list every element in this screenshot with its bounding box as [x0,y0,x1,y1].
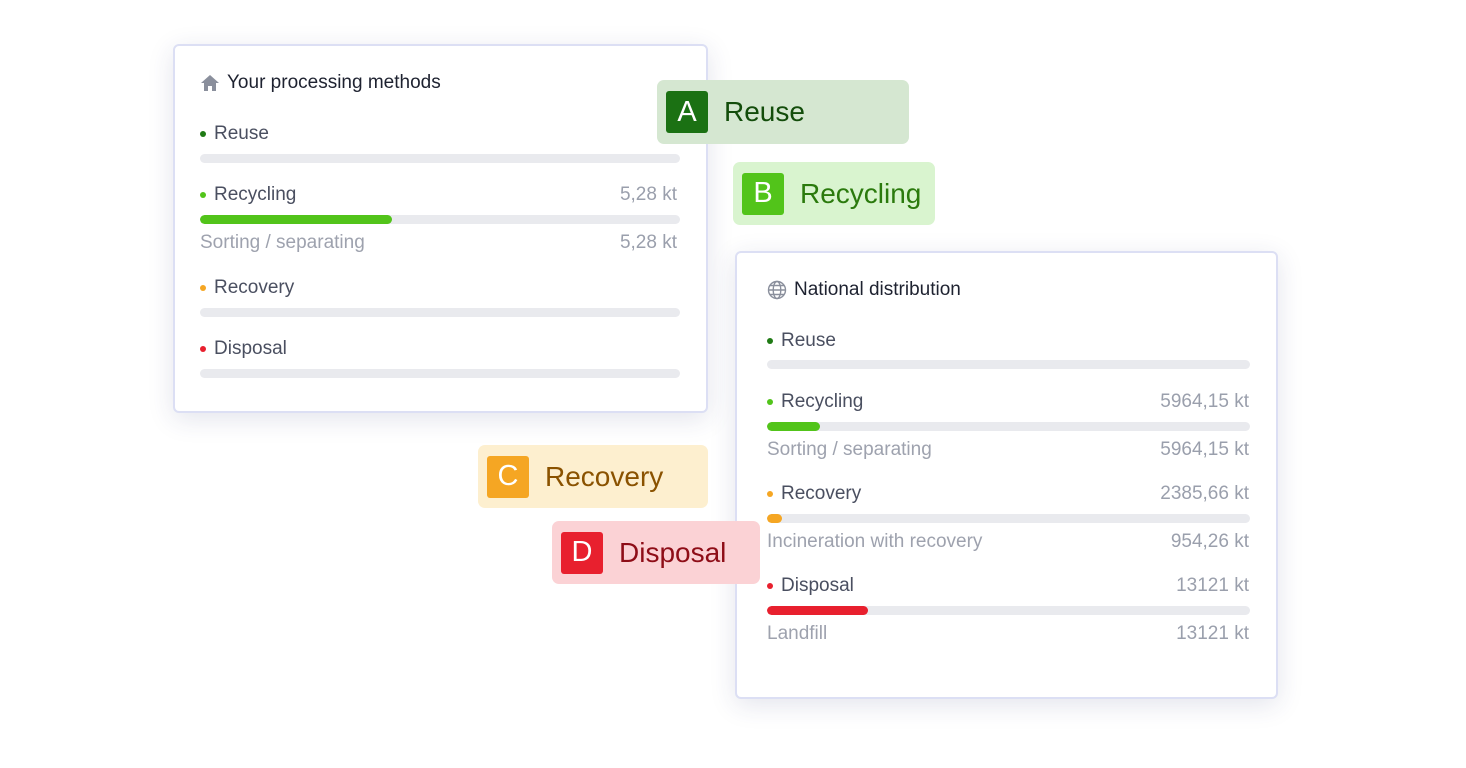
tag-letter-b: B [742,172,784,215]
recycling-sub-value: 5964,15 kt [1160,439,1249,460]
method-label-disposal: Disposal [200,338,287,360]
recovery-sub-label: Incineration with recovery [767,531,983,552]
recycling-dot [767,399,773,405]
globe-icon [767,280,787,300]
tag-word-recovery: Recovery [545,460,664,492]
recycling-progress-bar [767,422,1250,431]
tag-disposal: D Disposal [552,521,760,584]
disposal-dot [767,583,773,589]
recycling-value: 5,28 kt [619,184,677,205]
method-label-recovery: Recovery [200,277,294,299]
distribution-label-recycling: Recycling [767,391,863,413]
reuse-progress-bar [767,360,1250,369]
tag-recycling: B Recycling [733,162,935,225]
method-label-text: Recovery [214,277,295,298]
tag-reuse: A Reuse [657,80,909,144]
recovery-progress-bar [767,514,1250,523]
distribution-label-text: Reuse [781,330,836,351]
disposal-sub-label: Landfill [767,623,828,644]
recycling-value: 5964,15 kt [1160,391,1249,412]
method-label-text: Disposal [214,338,287,359]
method-label-reuse: Reuse [200,123,269,145]
card-title-text: Your processing methods [227,72,441,93]
method-label-text: Reuse [214,123,269,144]
reuse-progress-bar [200,154,680,163]
tag-letter-a: A [666,91,708,133]
national-distribution-card: National distribution Reuse Recycling 59… [735,251,1278,699]
disposal-progress-bar [200,369,680,378]
recovery-dot [200,285,206,291]
distribution-label-text: Recovery [781,483,862,504]
method-label-text: Recycling [214,184,297,205]
recovery-progress-fill [767,514,783,523]
national-distribution-title: National distribution [767,279,961,301]
recovery-value: 2385,66 kt [1160,483,1249,504]
reuse-dot [767,338,773,344]
recovery-progress-bar [200,308,680,317]
recycling-sub-value: 5,28 kt [619,232,677,253]
tag-letter-d: D [561,531,603,574]
disposal-progress-bar [767,606,1250,615]
recycling-dot [200,192,206,198]
disposal-sub-value: 13121 kt [1176,623,1249,644]
disposal-progress-fill [767,606,869,615]
method-label-recycling: Recycling [200,184,296,206]
distribution-label-reuse: Reuse [767,330,836,352]
disposal-dot [200,346,206,352]
reuse-dot [200,131,206,137]
processing-methods-title: Your processing methods [200,72,441,94]
recycling-progress-fill [200,215,392,224]
recycling-sub-label: Sorting / separating [767,439,932,460]
recovery-dot [767,491,773,497]
distribution-label-text: Recycling [781,391,864,412]
recycling-sub-label: Sorting / separating [200,232,365,253]
card-title-text: National distribution [794,279,961,300]
recovery-sub-value: 954,26 kt [1170,531,1249,552]
tag-word-recycling: Recycling [800,177,922,209]
distribution-label-disposal: Disposal [767,575,854,597]
distribution-label-recovery: Recovery [767,483,861,505]
processing-methods-card: Your processing methods Reuse Recycling … [173,44,708,413]
tag-word-disposal: Disposal [619,536,727,568]
tag-recovery: C Recovery [478,445,708,508]
recycling-progress-bar [200,215,680,224]
tag-word-reuse: Reuse [724,96,805,127]
home-icon [200,73,220,93]
disposal-value: 13121 kt [1176,575,1249,596]
recycling-progress-fill [767,422,821,431]
tag-letter-c: C [487,455,529,498]
distribution-label-text: Disposal [781,575,854,596]
